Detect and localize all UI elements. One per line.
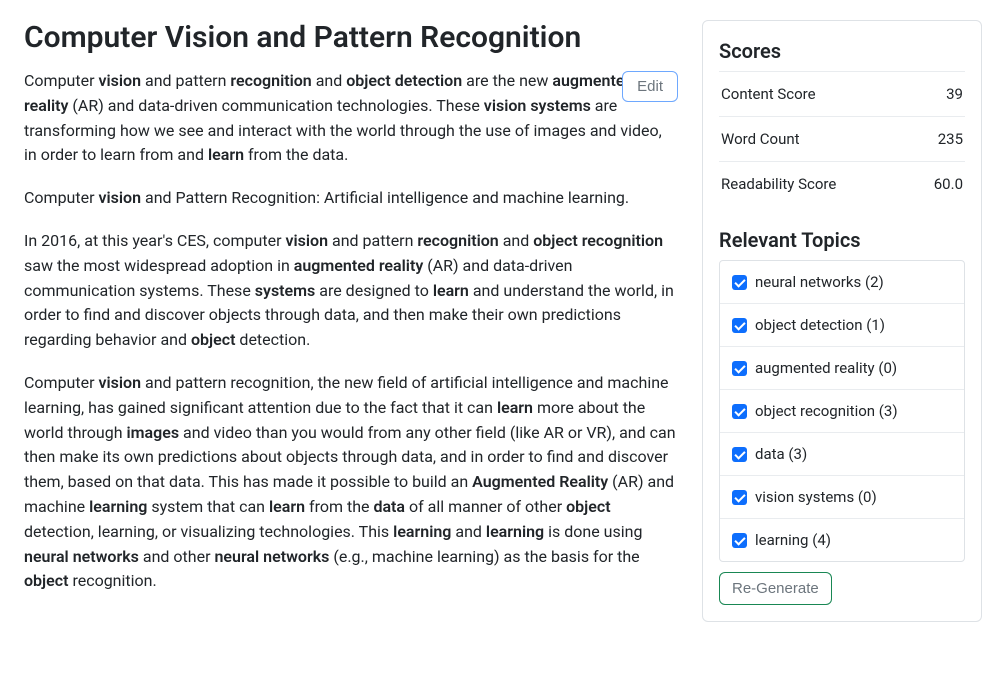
score-row: Word Count 235 [719,116,965,161]
scores-list: Content Score 39 Word Count 235 Readabil… [719,71,965,206]
topic-row: object recognition (3) [720,389,964,432]
article-body: Edit Computer vision and pattern recogni… [24,69,678,594]
side-panel: Scores Content Score 39 Word Count 235 R… [702,20,982,622]
score-value: 39 [946,85,963,103]
topic-label: neural networks (2) [755,273,884,291]
topic-checkbox[interactable] [732,447,747,462]
topic-row: data (3) [720,432,964,475]
topic-label: vision systems (0) [755,488,877,506]
scores-heading: Scores [719,39,965,63]
topic-label: object recognition (3) [755,402,898,420]
article-paragraph: Computer vision and Pattern Recognition:… [24,186,678,211]
topic-label: data (3) [755,445,807,463]
topic-checkbox[interactable] [732,490,747,505]
main-column: Computer Vision and Pattern Recognition … [24,20,678,622]
topic-label: augmented reality (0) [755,359,897,377]
topic-label: learning (4) [755,531,831,549]
topic-checkbox[interactable] [732,361,747,376]
score-label: Word Count [721,130,800,148]
regenerate-button[interactable]: Re-Generate [719,572,832,605]
page-title: Computer Vision and Pattern Recognition [24,20,678,55]
article-paragraph: Computer vision and pattern recognition … [24,69,678,168]
topic-row: augmented reality (0) [720,346,964,389]
topics-heading: Relevant Topics [719,228,965,252]
edit-button[interactable]: Edit [622,71,678,102]
score-value: 60.0 [934,175,963,193]
score-row: Readability Score 60.0 [719,161,965,206]
topic-checkbox[interactable] [732,275,747,290]
score-label: Readability Score [721,175,836,193]
score-label: Content Score [721,85,816,103]
topic-row: neural networks (2) [720,261,964,303]
topic-label: object detection (1) [755,316,885,334]
topic-checkbox[interactable] [732,404,747,419]
topic-checkbox[interactable] [732,318,747,333]
score-row: Content Score 39 [719,71,965,116]
topic-checkbox[interactable] [732,533,747,548]
topic-row: learning (4) [720,518,964,561]
topic-row: vision systems (0) [720,475,964,518]
topic-row: object detection (1) [720,303,964,346]
article-paragraph: In 2016, at this year's CES, computer vi… [24,229,678,353]
score-value: 235 [938,130,963,148]
topics-list: neural networks (2) object detection (1)… [719,260,965,562]
article-paragraph: Computer vision and pattern recognition,… [24,371,678,594]
